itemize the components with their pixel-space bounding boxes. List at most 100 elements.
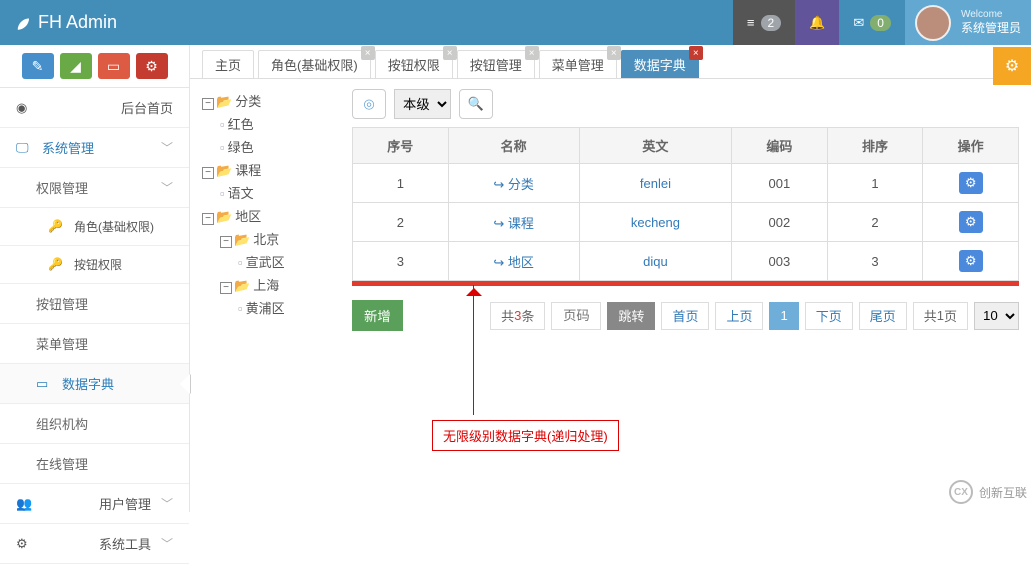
cell-idx: 3	[353, 242, 449, 281]
tree-node[interactable]: −📂北京	[202, 227, 342, 250]
close-icon[interactable]: ×	[361, 46, 375, 60]
close-icon[interactable]: ×	[443, 46, 457, 60]
file-icon: ▫	[238, 255, 243, 270]
search-icon: 🔍	[468, 96, 484, 112]
nav-online[interactable]: 在线管理	[0, 444, 189, 484]
tab-btn-perm[interactable]: 按钮权限×	[375, 50, 453, 78]
table-row: 2↪ 课程kecheng0022⚙	[353, 203, 1019, 242]
cell-en[interactable]: diqu	[579, 242, 731, 281]
header-alerts-button[interactable]: 🔔	[795, 0, 839, 45]
close-icon[interactable]: ×	[607, 46, 621, 60]
settings-panel-button[interactable]: ⚙	[993, 47, 1031, 85]
cell-name[interactable]: ↪ 课程	[448, 203, 579, 242]
nav-label: 权限管理	[36, 178, 88, 197]
data-table: 序号 名称 英文 编码 排序 操作 1↪ 分类fenlei0011⚙2↪ 课程k…	[352, 127, 1019, 281]
cell-en[interactable]: kecheng	[579, 203, 731, 242]
tree-node[interactable]: ▫绿色	[202, 135, 342, 158]
cell-op: ⚙	[923, 164, 1019, 203]
cell-idx: 2	[353, 203, 449, 242]
tree-node[interactable]: −📂分类	[202, 89, 342, 112]
tab-home[interactable]: 主页	[202, 50, 254, 78]
nav-data-dict[interactable]: ▭数据字典	[0, 364, 189, 404]
tree-label: 语文	[228, 186, 254, 201]
tree-node[interactable]: ▫宣武区	[202, 250, 342, 273]
tree-node[interactable]: ▫语文	[202, 181, 342, 204]
nav-label: 角色(基础权限)	[74, 218, 154, 235]
collapse-icon[interactable]: −	[220, 236, 232, 248]
tasks-badge: 2	[761, 15, 782, 31]
row-settings-button[interactable]: ⚙	[959, 250, 983, 272]
collapse-icon[interactable]: −	[202, 167, 214, 179]
nav-system-tools[interactable]: ⚙系统工具﹀	[0, 524, 189, 564]
close-icon[interactable]: ×	[525, 46, 539, 60]
tree-node[interactable]: −📂地区	[202, 204, 342, 227]
cell-name[interactable]: ↪ 地区	[448, 242, 579, 281]
cell-en[interactable]: fenlei	[579, 164, 731, 203]
tree-node[interactable]: −📂上海	[202, 273, 342, 296]
tree-node[interactable]: ▫黄浦区	[202, 296, 342, 319]
pager-page-input[interactable]	[551, 302, 601, 330]
col-op: 操作	[923, 128, 1019, 164]
nav-org[interactable]: 组织机构	[0, 404, 189, 444]
pager-prev[interactable]: 上页	[715, 302, 763, 330]
mini-edit-button[interactable]: ✎	[22, 53, 54, 79]
cell-op: ⚙	[923, 203, 1019, 242]
nav-role-basic[interactable]: 🔑角色(基础权限)	[0, 208, 189, 246]
collapse-icon[interactable]: −	[220, 282, 232, 294]
pager-page-1[interactable]: 1	[769, 302, 798, 330]
nav-system-manage[interactable]: 🖵系统管理﹀	[0, 128, 189, 168]
brand-text: FH Admin	[38, 12, 117, 33]
annotation-arrowline	[473, 285, 474, 415]
target-icon: ◎	[363, 96, 374, 112]
col-en: 英文	[579, 128, 731, 164]
nav-button-permission[interactable]: 🔑按钮权限	[0, 246, 189, 284]
chevron-down-icon: ﹀	[161, 139, 173, 156]
avatar	[915, 5, 951, 41]
row-settings-button[interactable]: ⚙	[959, 211, 983, 233]
refresh-button[interactable]: ◎	[352, 89, 386, 119]
mini-settings-button[interactable]: ⚙	[136, 53, 168, 79]
mini-chart-button[interactable]: ◢	[60, 53, 92, 79]
tree-panel: −📂分类▫红色▫绿色−📂课程▫语文−📂地区−📂北京▫宣武区−📂上海▫黄浦区	[202, 89, 342, 502]
collapse-icon[interactable]: −	[202, 98, 214, 110]
nav-button-manage[interactable]: 按钮管理	[0, 284, 189, 324]
header-tasks-button[interactable]: ≡ 2	[733, 0, 795, 45]
tab-label: 数据字典	[634, 55, 686, 74]
tab-data-dict[interactable]: 数据字典×	[621, 50, 699, 78]
close-icon[interactable]: ×	[689, 46, 703, 60]
add-button[interactable]: 新增	[352, 300, 403, 331]
tab-label: 按钮管理	[470, 55, 522, 74]
nav-user-manage[interactable]: 👥用户管理﹀	[0, 484, 189, 524]
cell-name[interactable]: ↪ 分类	[448, 164, 579, 203]
tree-node[interactable]: ▫红色	[202, 112, 342, 135]
nav-menu-manage[interactable]: 菜单管理	[0, 324, 189, 364]
row-settings-button[interactable]: ⚙	[959, 172, 983, 194]
tab-role[interactable]: 角色(基础权限)×	[258, 50, 371, 78]
nav-permission-manage[interactable]: 权限管理﹀	[0, 168, 189, 208]
tab-btn-manage[interactable]: 按钮管理×	[457, 50, 535, 78]
cell-idx: 1	[353, 164, 449, 203]
table-row: 3↪ 地区diqu0033⚙	[353, 242, 1019, 281]
col-index: 序号	[353, 128, 449, 164]
cell-sort: 1	[827, 164, 923, 203]
nav-list: ◉后台首页 🖵系统管理﹀ 权限管理﹀ 🔑角色(基础权限) 🔑按钮权限 按钮管理 …	[0, 88, 189, 564]
tab-menu-manage[interactable]: 菜单管理×	[539, 50, 617, 78]
pager-size-select[interactable]: 10	[974, 302, 1019, 330]
tree-node[interactable]: −📂课程	[202, 158, 342, 181]
pager-total: 共3条	[490, 302, 545, 330]
nav-label: 按钮权限	[74, 256, 122, 273]
pager-first[interactable]: 首页	[661, 302, 709, 330]
pager-last[interactable]: 尾页	[859, 302, 907, 330]
nav-label: 用户管理	[99, 494, 151, 513]
collapse-icon[interactable]: −	[202, 213, 214, 225]
pager-next[interactable]: 下页	[805, 302, 853, 330]
tree-label: 分类	[235, 94, 261, 109]
pager-jump[interactable]: 跳转	[607, 302, 655, 330]
level-select[interactable]: 本级	[394, 89, 451, 119]
mini-book-button[interactable]: ▭	[98, 53, 130, 79]
nav-dashboard[interactable]: ◉后台首页	[0, 88, 189, 128]
search-button[interactable]: 🔍	[459, 89, 493, 119]
header-mail-button[interactable]: ✉ 0	[839, 0, 905, 45]
header-user-menu[interactable]: Welcome 系统管理员	[905, 0, 1031, 45]
nav-label: 菜单管理	[36, 334, 88, 353]
